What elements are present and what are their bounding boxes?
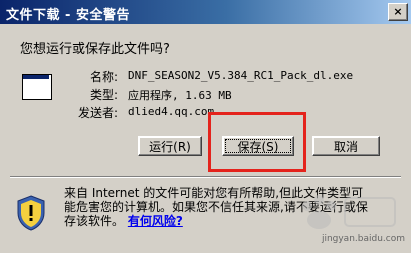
shield-warning-icon <box>17 195 45 231</box>
cancel-button[interactable]: 取消 <box>312 136 380 156</box>
title-bar: 文件下载 - 安全警告 × <box>0 0 411 24</box>
window-title: 文件下载 - 安全警告 <box>6 8 130 23</box>
publisher-label: 发送者: <box>78 106 119 120</box>
file-type-value: 应用程序, 1.63 MB <box>128 89 232 102</box>
divider <box>10 176 401 178</box>
file-name-value: DNF_SEASON2_V5.384_RC1_Pack_dl.exe <box>128 69 354 82</box>
close-icon: × <box>393 5 403 18</box>
annotation-highlight-box <box>208 112 306 172</box>
application-window-icon <box>22 74 52 100</box>
close-button[interactable]: × <box>388 3 408 21</box>
watermark-site-text: jingyan.baidu.com <box>321 234 405 244</box>
name-label: 名称: <box>90 70 119 84</box>
publisher-value: dlied4.qq.com <box>128 105 215 118</box>
run-button[interactable]: 运行(R) <box>138 136 202 156</box>
risk-link[interactable]: 有何风险? <box>128 214 183 228</box>
type-label: 类型: <box>90 88 119 102</box>
question-text: 您想运行或保存此文件吗? <box>20 42 170 57</box>
